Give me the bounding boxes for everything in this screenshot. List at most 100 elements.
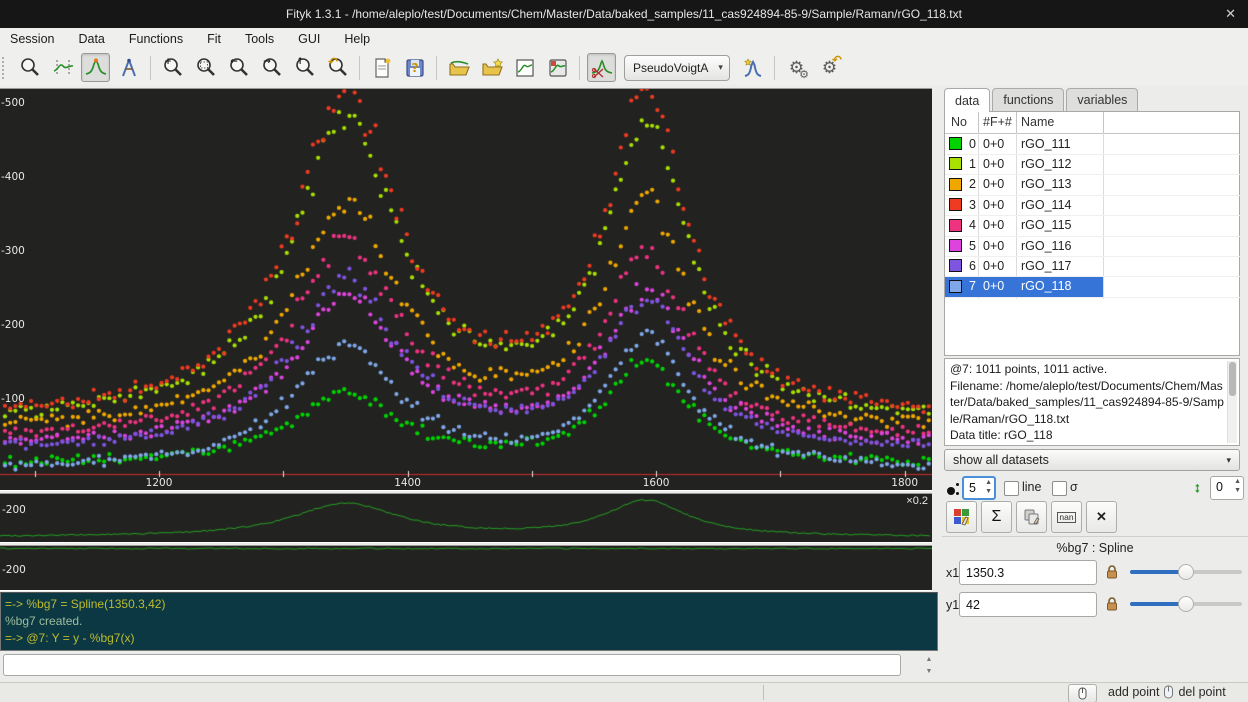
dataset-name: rGO_116 [1021,239,1072,253]
info-scrollbar[interactable] [1227,361,1237,443]
save-session-icon[interactable]: ? [400,53,429,82]
tab-functions[interactable]: functions [992,88,1064,111]
display-controls: 5 ▲▼ line σ ↕ 0 ▲▼ [942,475,1248,501]
fit-gear-icon[interactable]: ⚙⚙ [782,53,811,82]
y1-input[interactable] [959,592,1097,617]
sidebar-tabs: data functions variables [944,88,1140,111]
aux-plot-1-canvas[interactable] [0,494,932,540]
command-history-spin[interactable]: ▲ ▼ [921,655,937,677]
sum-datasets-button[interactable]: Σ [981,501,1012,533]
table-row[interactable]: 70+0rGO_118 [945,277,1103,297]
zoom-prev-icon[interactable]: ↶ [323,53,352,82]
tab-variables[interactable]: variables [1066,88,1138,111]
dataset-color-swatch[interactable] [949,157,962,170]
lock-icon[interactable] [1105,596,1119,614]
menu-fit[interactable]: Fit [207,32,221,46]
dataset-color-swatch[interactable] [949,280,962,293]
menu-gui[interactable]: GUI [298,32,320,46]
x1-input[interactable] [959,560,1097,585]
y-tick-label: -500 [1,97,25,109]
menu-tools[interactable]: Tools [245,32,274,46]
shift-spinner[interactable]: 0 ▲▼ [1210,476,1244,500]
dataset-color-swatch[interactable] [949,259,962,272]
mouse-hint-text: add point del point [1108,685,1226,699]
data-range-mode-icon[interactable] [48,53,77,82]
table-row[interactable]: 60+0rGO_117 [945,256,1103,276]
point-size-value: 5 [969,481,976,495]
table-row[interactable]: 50+0rGO_116 [945,236,1103,256]
sidebar-divider [942,536,1248,537]
menu-functions[interactable]: Functions [129,32,183,46]
aux-plot-2[interactable]: -200 [0,545,932,591]
zoom-right-icon[interactable]: → [257,53,286,82]
data-editor-icon[interactable] [510,53,539,82]
dataset-color-swatch[interactable] [949,178,962,191]
zoom-vert-icon[interactable]: ↑ [290,53,319,82]
spin-down-icon[interactable]: ▼ [926,669,933,675]
table-row[interactable]: 40+0rGO_115 [945,216,1103,236]
shift-value: 0 [1216,480,1223,494]
show-datasets-combo[interactable]: show all datasets ▾ [944,449,1240,471]
tab-data[interactable]: data [944,88,990,112]
info-filename: Filename: /home/aleplo/test/Documents/Ch… [950,379,1224,426]
dataset-color-swatch[interactable] [949,198,962,211]
table-row[interactable]: 30+0rGO_114 [945,195,1103,215]
table-row[interactable]: 10+0rGO_112 [945,154,1103,174]
table-row[interactable]: 20+0rGO_113 [945,175,1103,195]
open-data-icon[interactable] [444,53,473,82]
close-icon[interactable]: ✕ [1225,6,1236,22]
fit-undo-gear-icon[interactable]: ⚙↶ [815,53,844,82]
aux1-y-label: -200 [2,504,26,516]
dataset-color-swatch[interactable] [949,219,962,232]
copy-dataset-button[interactable] [1016,501,1047,533]
point-size-spinner[interactable]: 5 ▲▼ [962,476,996,500]
add-peak-mode-icon[interactable] [81,53,110,82]
toolbar-drag-handle[interactable] [2,57,9,79]
strip-background-icon[interactable] [587,53,616,82]
menu-data[interactable]: Data [78,32,104,46]
chevron-down-icon: ▾ [718,62,723,73]
sigma-checkbox[interactable] [1052,481,1067,496]
dataset-fcount: 0+0 [983,239,1004,253]
dataset-list: No #F+# Name 00+0rGO_11110+0rGO_11220+0r… [944,111,1240,356]
table-row[interactable]: 00+0rGO_111 [945,134,1103,154]
vertical-splitter[interactable] [932,85,942,592]
line-checkbox[interactable] [1004,481,1019,496]
dataset-color-swatch[interactable] [949,137,962,150]
mouse-hint-button[interactable] [1068,684,1097,702]
main-plot[interactable]: -500-400-300-200-1001200140016001800 [0,88,932,491]
dataset-number: 4 [969,218,976,232]
info-points: @7: 1011 points, 1011 active. [950,362,1107,376]
dataset-number: 7 [969,279,976,293]
delete-dataset-button[interactable]: ✕ [1086,501,1117,533]
x1-slider[interactable] [1130,570,1242,574]
main-plot-canvas[interactable] [0,89,932,488]
dataset-name: rGO_113 [1021,177,1072,191]
zoom-left-icon[interactable]: ← [224,53,253,82]
menu-session[interactable]: Session [10,32,54,46]
export-plot-icon[interactable] [543,53,572,82]
spin-up-icon[interactable]: ▲ [926,657,933,663]
add-vline-mode-icon[interactable] [114,53,143,82]
y1-slider[interactable] [1130,602,1242,606]
command-input[interactable] [3,654,901,676]
y-tick-label: -200 [1,319,25,331]
lock-icon[interactable] [1105,564,1119,582]
session-log-icon[interactable] [367,53,396,82]
add-function-icon[interactable] [738,53,767,82]
append-data-icon[interactable] [477,53,506,82]
zoom-box-icon[interactable] [191,53,220,82]
aux-plot-1[interactable]: -200 ×0.2 [0,493,932,543]
zoom-mode-icon[interactable] [15,53,44,82]
dataset-number: 2 [969,177,976,191]
rename-dataset-button[interactable]: nan [1051,501,1082,533]
aux-plot-2-canvas[interactable] [0,546,932,588]
menu-help[interactable]: Help [344,32,370,46]
col-no: No [951,115,967,129]
dataset-name: rGO_112 [1021,157,1072,171]
data-editor-button[interactable] [946,501,977,533]
dataset-color-swatch[interactable] [949,239,962,252]
del-point-hint: del point [1178,685,1225,699]
peak-type-combo[interactable]: PseudoVoigtA ▾ [624,55,730,81]
zoom-all-icon[interactable]: + [158,53,187,82]
